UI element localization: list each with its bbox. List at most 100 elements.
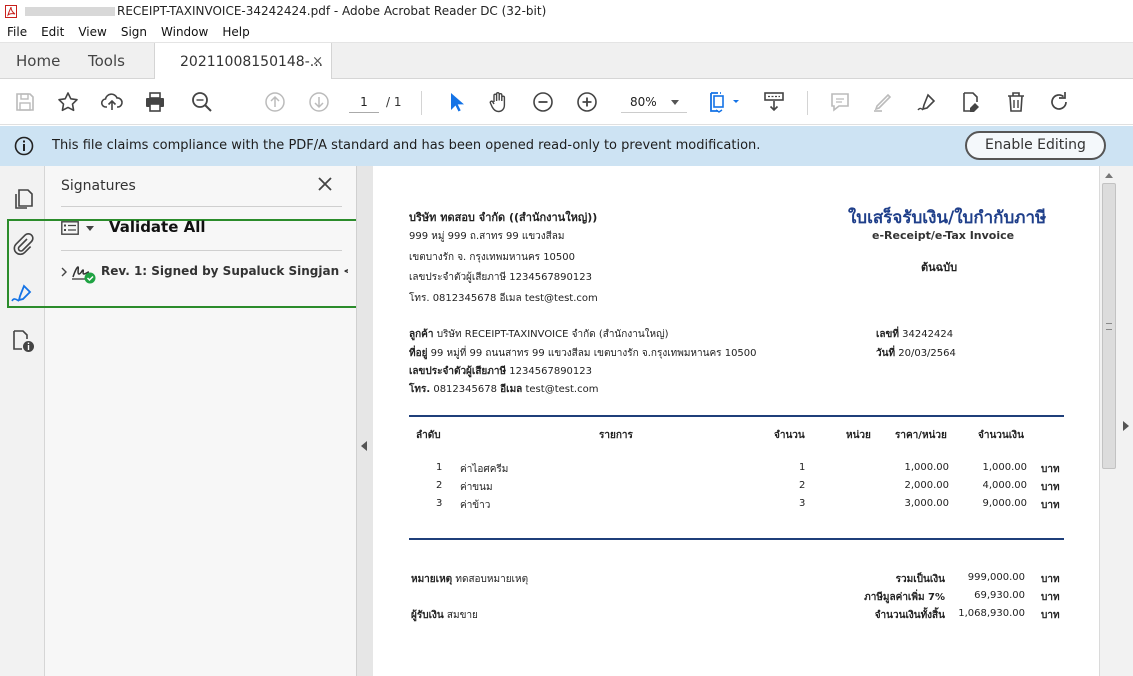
document-view[interactable]: บริษัท ทดสอบ จำกัด ((สำนักงานใหญ่)) 999 … [373, 166, 1099, 676]
previous-page-icon[interactable] [262, 89, 288, 115]
menu-sign[interactable]: Sign [121, 25, 147, 39]
vertical-scrollbar[interactable] [1099, 166, 1118, 676]
chevron-right-icon[interactable] [60, 267, 68, 277]
company-address-1: 999 หมู่ 999 ถ.สาทร 99 แขวงสีลม [409, 231, 565, 242]
table-bottom-rule [409, 538, 1064, 540]
scroll-mode-icon[interactable] [761, 89, 787, 115]
print-icon[interactable] [142, 89, 168, 115]
zoom-select[interactable]: 80% [621, 91, 687, 113]
original-label: ต้นฉบับ [921, 261, 958, 274]
document-info-icon[interactable] [10, 328, 36, 354]
close-icon[interactable] [317, 176, 333, 192]
panel-splitter[interactable] [356, 166, 373, 676]
signature-options-icon[interactable] [61, 221, 79, 235]
signature-revision-item[interactable]: Rev. 1: Signed by Supaluck Singjan <supa… [101, 264, 348, 278]
zoom-in-icon[interactable] [574, 89, 600, 115]
tab-tools[interactable]: Tools [88, 43, 125, 79]
chevron-down-icon[interactable] [86, 226, 94, 231]
page-number-input[interactable]: 1 [349, 91, 379, 113]
zoom-search-icon[interactable] [189, 89, 215, 115]
customer-taxid-line: เลขประจำตัวผู้เสียภาษี 1234567890123 [409, 364, 592, 379]
note-value: ทดสอบหมายเหตุ [455, 574, 529, 585]
window-title: RECEIPT-TAXINVOICE-34242424.pdf - Adobe … [117, 4, 547, 18]
row-price: 3,000.00 [904, 498, 949, 509]
menu-view[interactable]: View [78, 25, 106, 39]
zoom-out-icon[interactable] [530, 89, 556, 115]
menu-help[interactable]: Help [222, 25, 249, 39]
hand-tool-icon[interactable] [485, 89, 511, 115]
note-line: หมายเหตุ ทดสอบหมายเหตุ [411, 572, 528, 587]
highlight-icon[interactable] [870, 89, 896, 115]
menu-bar: File Edit View Sign Window Help [0, 22, 1133, 42]
row-qty: 3 [799, 498, 806, 509]
edit-document-icon[interactable] [958, 89, 984, 115]
vat-label: ภาษีมูลค่าเพิ่ม 7% [864, 592, 945, 603]
select-tool-icon[interactable] [443, 89, 469, 115]
star-icon[interactable] [55, 89, 81, 115]
row-amount: 9,000.00 [982, 498, 1027, 509]
row-item: ค่าขนม [460, 482, 493, 493]
save-icon[interactable] [12, 89, 38, 115]
customer-address-line: ที่อยู่ 99 หมู่ที่ 99 ถนนสาทร 99 แขวงสีล… [409, 346, 757, 361]
toolbar-separator [421, 91, 422, 115]
col-header-qty: จำนวน [774, 430, 805, 441]
row-amount: 1,000.00 [982, 462, 1027, 473]
expand-right-panel-icon[interactable] [1123, 421, 1129, 431]
enable-editing-button[interactable]: Enable Editing [965, 131, 1106, 160]
address-value: 99 หมู่ที่ 99 ถนนสาทร 99 แขวงสีลม เขตบาง… [430, 348, 757, 359]
scrollbar-thumb[interactable] [1102, 183, 1116, 469]
tab-close-icon[interactable]: × [312, 54, 323, 69]
total-label: รวมเป็นเงิน [895, 574, 945, 585]
delete-icon[interactable] [1003, 89, 1029, 115]
validate-all-button[interactable]: Validate All [109, 218, 206, 236]
grand-total-currency: บาท [1041, 610, 1060, 621]
row-seq: 1 [436, 462, 443, 473]
invoice-date-value: 20/03/2564 [898, 348, 956, 359]
chevron-down-icon [671, 100, 679, 105]
pages-icon[interactable] [10, 186, 36, 212]
collapse-arrow-icon[interactable] [361, 441, 367, 451]
customer-label: ลูกค้า [409, 329, 434, 340]
sign-pen-icon[interactable] [914, 89, 940, 115]
invoice-date-line: วันที่ 20/03/2564 [876, 346, 956, 361]
customer-email-value: test@test.com [525, 384, 599, 395]
invoice-date-label: วันที่ [876, 348, 896, 359]
rotate-icon[interactable] [1046, 89, 1072, 115]
pdfa-info-bar: This file claims compliance with the PDF… [0, 126, 1133, 166]
company-contact: โทร. 0812345678 อีเมล test@test.com [409, 293, 598, 304]
acrobat-app-icon [5, 4, 17, 18]
menu-edit[interactable]: Edit [41, 25, 64, 39]
menu-file[interactable]: File [7, 25, 27, 39]
panel-divider [61, 250, 342, 251]
invoice-number-value: 34242424 [902, 329, 954, 340]
tab-home[interactable]: Home [16, 43, 60, 79]
receipt-page: บริษัท ทดสอบ จำกัด ((สำนักงานใหญ่)) 999 … [373, 166, 1099, 676]
customer-contact-line: โทร. 0812345678 อีเมล test@test.com [409, 382, 598, 397]
receiver-line: ผู้รับเงิน สมขาย [411, 608, 478, 623]
customer-line: ลูกค้า บริษัท RECEIPT-TAXINVOICE จำกัด (… [409, 327, 669, 342]
upload-icon[interactable] [99, 89, 125, 115]
row-currency: บาท [1041, 464, 1060, 475]
info-icon [14, 136, 34, 156]
next-page-icon[interactable] [306, 89, 332, 115]
menu-window[interactable]: Window [161, 25, 208, 39]
zoom-value: 80% [630, 95, 657, 109]
row-seq: 3 [436, 498, 443, 509]
receipt-title-thai: ใบเสร็จรับเงิน/ใบกำกับภาษี [848, 208, 1047, 228]
customer-tel-label: โทร. [409, 384, 431, 395]
scroll-up-arrow-icon[interactable] [1105, 173, 1113, 178]
tab-document[interactable]: 20211008150148-... × [154, 43, 332, 80]
customer-taxid-value: 1234567890123 [509, 366, 593, 377]
row-seq: 2 [436, 480, 443, 491]
grand-total-label: จำนวนเงินทั้งสิ้น [874, 610, 945, 621]
comment-icon[interactable] [827, 89, 853, 115]
col-header-seq: ลำดับ [416, 430, 441, 441]
signatures-panel: Signatures Validate All Rev. 1: Signed b… [7, 166, 364, 676]
scrollbar-grip [1106, 323, 1112, 330]
fit-page-icon[interactable] [707, 89, 743, 115]
tab-bar: Home Tools 20211008150148-... × [0, 42, 1133, 80]
col-header-unit: หน่วย [846, 430, 871, 441]
customer-taxid-label: เลขประจำตัวผู้เสียภาษี [409, 366, 507, 377]
customer-email-label: อีเมล [500, 384, 523, 395]
address-label: ที่อยู่ [409, 348, 428, 359]
